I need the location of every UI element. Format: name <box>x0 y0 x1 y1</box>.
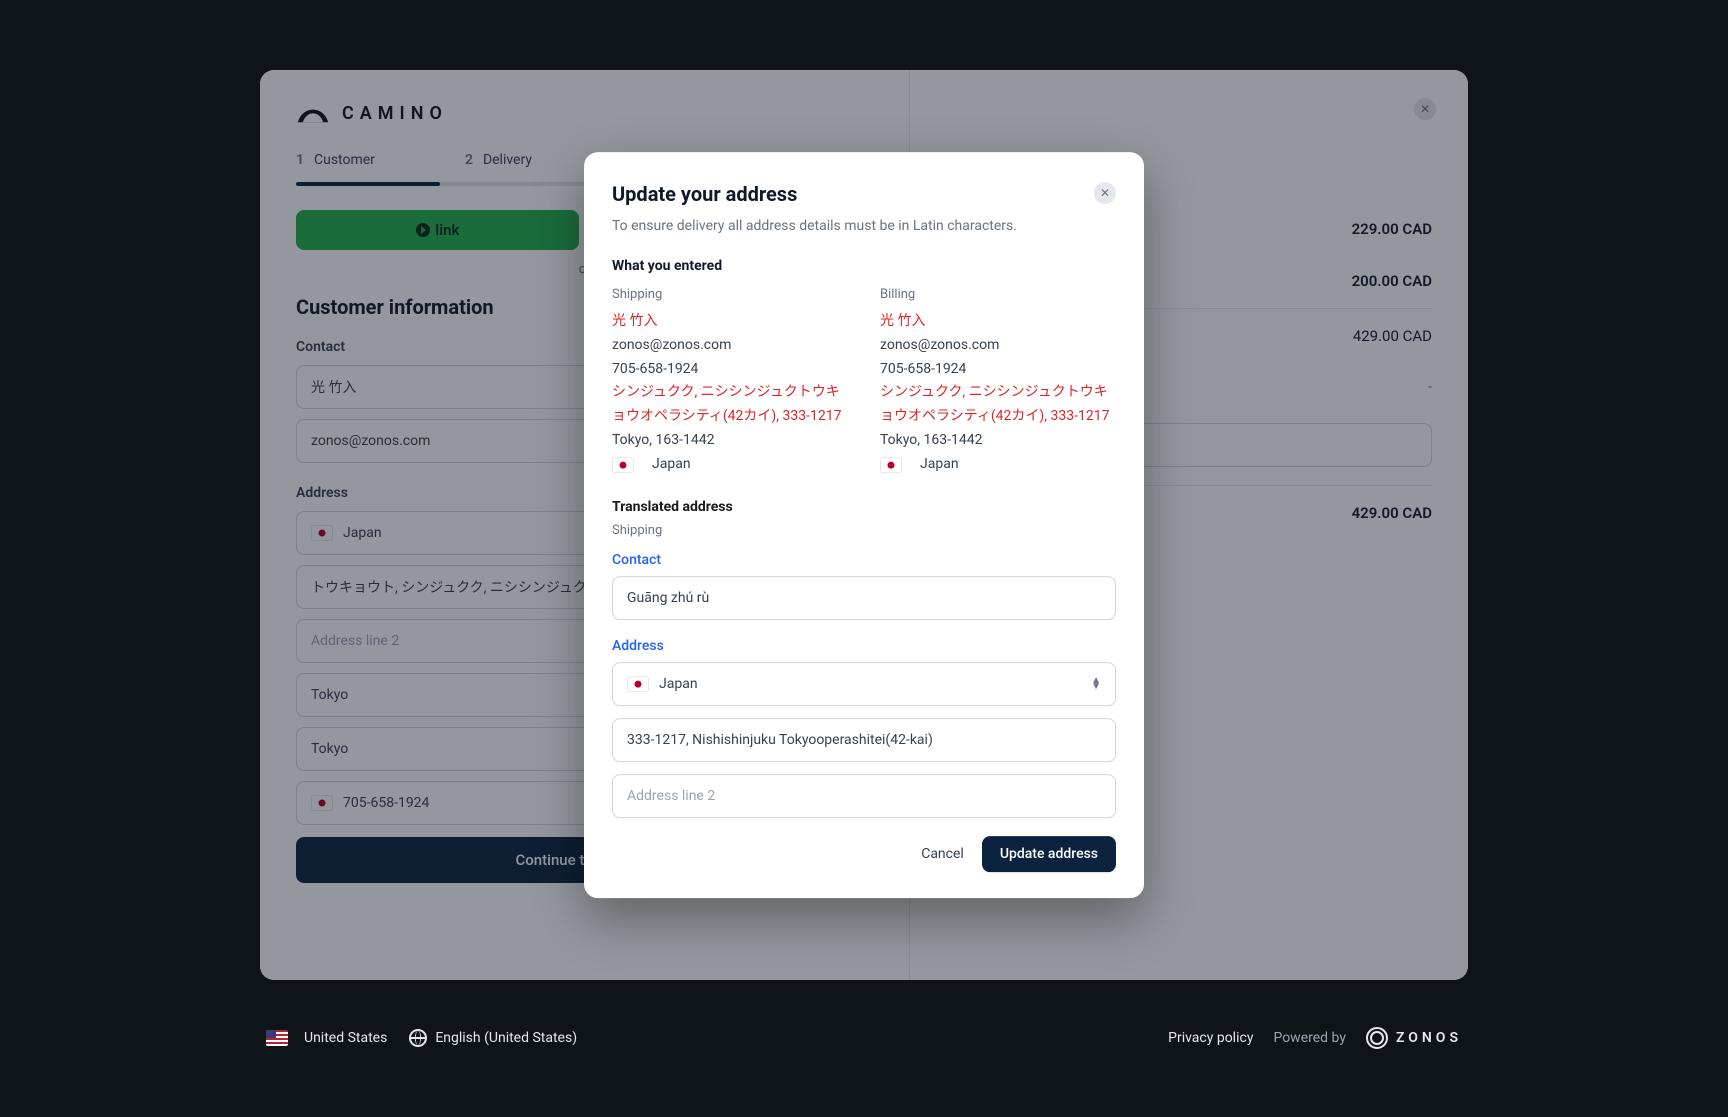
zonos-logo[interactable]: ZONOS <box>1366 1027 1462 1049</box>
footer-country[interactable]: United States <box>266 1030 387 1046</box>
entered-name: 光 竹入 <box>612 310 848 334</box>
us-flag-icon <box>266 1030 288 1046</box>
modal-subtitle: To ensure delivery all address details m… <box>612 218 1116 234</box>
entered-phone: 705-658-1924 <box>612 358 848 382</box>
entered-heading: What you entered <box>612 258 1116 274</box>
entered-name: 光 竹入 <box>880 310 1116 334</box>
japan-flag-icon <box>612 457 634 473</box>
translated-address-label: Address <box>612 638 1116 654</box>
zonos-text: ZONOS <box>1396 1030 1462 1046</box>
zonos-mark-icon <box>1366 1027 1388 1049</box>
globe-icon <box>409 1029 427 1047</box>
entered-country-label: Japan <box>920 453 959 477</box>
translated-sub: Shipping <box>612 523 1116 538</box>
japan-flag-icon <box>880 457 902 473</box>
entered-country: Japan <box>880 453 1116 477</box>
billing-label: Billing <box>880 284 1116 306</box>
translated-country-value: Japan <box>659 676 698 692</box>
japan-flag-icon <box>627 676 649 692</box>
translated-contact-label: Contact <box>612 552 1116 568</box>
shipping-label: Shipping <box>612 284 848 306</box>
translated-address2-input[interactable]: Address line 2 <box>612 774 1116 818</box>
translated-address2-placeholder: Address line 2 <box>627 788 715 804</box>
entered-address: シンジュクク, ニシシンジュクトウキョウオペラシティ(42カイ), 333-12… <box>880 382 1116 430</box>
update-address-button[interactable]: Update address <box>982 836 1116 872</box>
privacy-link[interactable]: Privacy policy <box>1168 1030 1253 1046</box>
footer-language[interactable]: English (United States) <box>409 1029 577 1047</box>
chevron-updown-icon: ▲▼ <box>1091 678 1101 690</box>
entered-city: Tokyo, 163-1442 <box>612 429 848 453</box>
modal-title: Update your address <box>612 182 797 206</box>
entered-country: Japan <box>612 453 848 477</box>
entered-columns: Shipping 光 竹入 zonos@zonos.com 705-658-19… <box>612 284 1116 477</box>
entered-address: シンジュクク, ニシシンジュクトウキョウオペラシティ(42カイ), 333-12… <box>612 382 848 430</box>
translated-country-select[interactable]: Japan ▲▼ <box>612 662 1116 706</box>
checkout-card: CAMINO 1 Customer 2 Delivery link <box>260 70 1468 980</box>
modal-actions: Cancel Update address <box>612 836 1116 872</box>
entered-country-label: Japan <box>652 453 691 477</box>
entered-billing: Billing 光 竹入 zonos@zonos.com 705-658-192… <box>880 284 1116 477</box>
translated-name-value: Guāng zhú rù <box>627 590 709 606</box>
update-address-modal: Update your address ✕ To ensure delivery… <box>584 152 1144 898</box>
footer-language-label: English (United States) <box>435 1030 577 1046</box>
translated-name-input[interactable]: Guāng zhú rù <box>612 576 1116 620</box>
entered-email: zonos@zonos.com <box>612 334 848 358</box>
powered-by-label: Powered by <box>1273 1030 1346 1046</box>
entered-phone: 705-658-1924 <box>880 358 1116 382</box>
modal-close-button[interactable]: ✕ <box>1094 182 1116 204</box>
translated-heading: Translated address <box>612 499 1116 515</box>
translated-address1-value: 333-1217, Nishishinjuku Tokyooperashitei… <box>627 732 933 748</box>
page-footer: United States English (United States) Pr… <box>266 1027 1462 1049</box>
translated-address1-input[interactable]: 333-1217, Nishishinjuku Tokyooperashitei… <box>612 718 1116 762</box>
update-label: Update address <box>1000 846 1098 862</box>
entered-email: zonos@zonos.com <box>880 334 1116 358</box>
entered-shipping: Shipping 光 竹入 zonos@zonos.com 705-658-19… <box>612 284 848 477</box>
footer-country-label: United States <box>304 1030 387 1046</box>
cancel-button[interactable]: Cancel <box>921 846 964 862</box>
cancel-label: Cancel <box>921 846 964 862</box>
entered-city: Tokyo, 163-1442 <box>880 429 1116 453</box>
